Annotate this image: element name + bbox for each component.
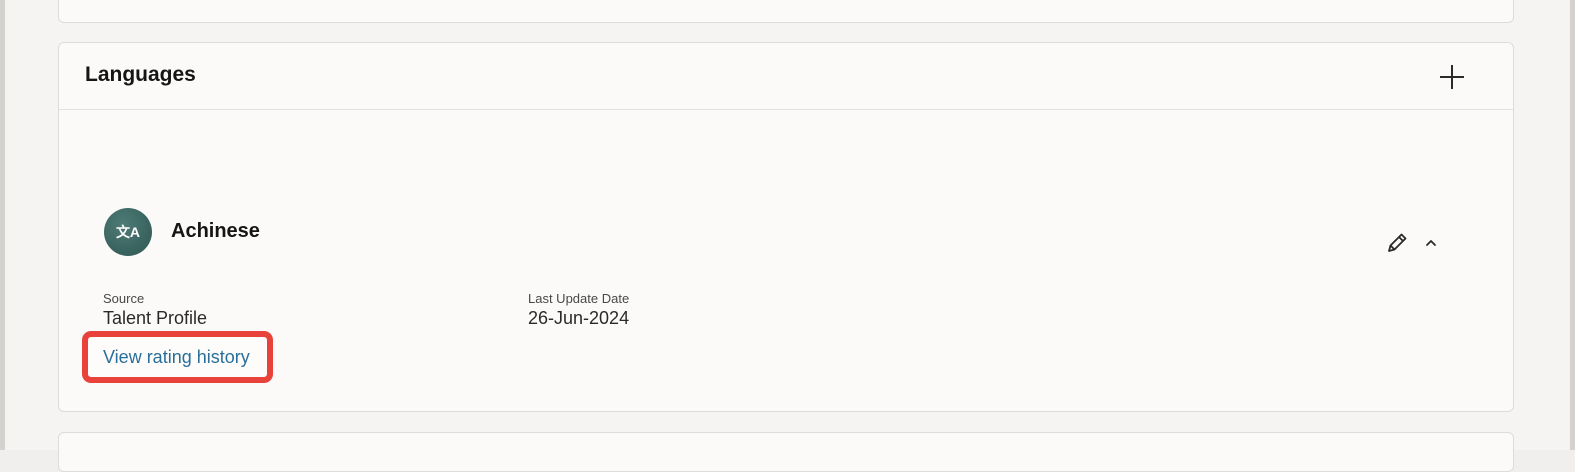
edit-language-button[interactable] <box>1383 229 1411 257</box>
collapse-language-button[interactable] <box>1421 233 1441 253</box>
page-right-border <box>1570 0 1575 450</box>
last-update-date-value: 26-Jun-2024 <box>528 308 630 328</box>
languages-section-header: Languages <box>59 43 1513 110</box>
last-update-date-label: Last Update Date <box>528 291 630 306</box>
source-value: Talent Profile <box>103 308 208 328</box>
languages-section-card: Languages 文A Achinese Source Talent Prof… <box>58 42 1514 412</box>
language-avatar: 文A <box>104 208 152 256</box>
view-rating-history-link[interactable]: View rating history <box>103 347 250 368</box>
source-label: Source <box>103 291 145 306</box>
next-section-card <box>58 432 1514 472</box>
previous-section-card <box>58 0 1514 23</box>
pencil-icon <box>1388 233 1407 252</box>
chevron-up-icon <box>1426 240 1436 246</box>
translate-icon: 文A <box>115 224 141 240</box>
language-name: Achinese <box>171 220 260 242</box>
add-language-button[interactable] <box>1435 60 1469 94</box>
section-title: Languages <box>85 63 196 86</box>
